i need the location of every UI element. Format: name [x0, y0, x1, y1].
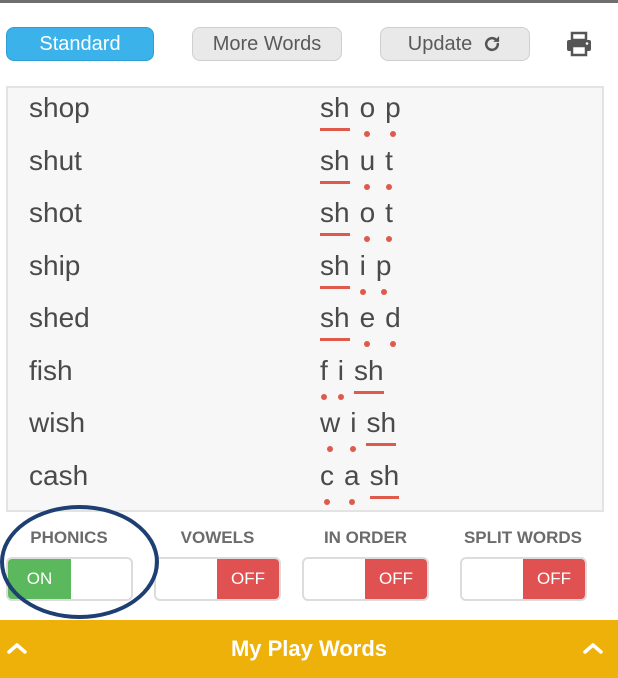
digraph-segment: sh	[366, 407, 397, 446]
in-order-toggle-off: OFF	[365, 559, 427, 599]
chevron-up-icon[interactable]	[582, 640, 604, 656]
sound-segment: i	[360, 250, 366, 295]
sound-segment: p	[376, 250, 391, 295]
digraph-segment: sh	[320, 145, 350, 184]
digraph-segment: sh	[320, 197, 350, 236]
phonics-toggle-label: PHONICS	[30, 528, 108, 547]
sound-segment: t	[385, 197, 393, 242]
phonics-breakdown: sh e d	[320, 302, 401, 347]
vowels-toggle[interactable]: OFF	[154, 557, 281, 601]
word-row: shop sh o p	[8, 88, 604, 138]
digraph-segment: sh	[320, 92, 350, 131]
word-row: fish f i sh	[8, 351, 604, 401]
vowels-toggle-label: VOWELS	[180, 528, 255, 547]
phonics-breakdown: sh u t	[320, 145, 393, 190]
phonics-breakdown: w i sh	[320, 407, 397, 452]
phonics-toggle-on: ON	[8, 559, 71, 599]
update-button-label: Update	[407, 32, 473, 55]
split-words-toggle-label: SPLIT WORDS	[463, 528, 583, 547]
sound-segment: o	[360, 197, 375, 242]
vowels-toggle-off: OFF	[217, 559, 279, 599]
word-row: ship sh i p	[8, 246, 604, 296]
sound-segment: i	[350, 407, 357, 452]
in-order-toggle[interactable]: OFF	[302, 557, 429, 601]
sound-segment: a	[344, 460, 360, 505]
phonics-breakdown: sh o t	[320, 197, 393, 242]
word-text: shop	[29, 92, 90, 123]
split-words-toggle[interactable]: OFF	[460, 557, 587, 601]
sound-segment: i	[338, 355, 345, 400]
digraph-segment: sh	[320, 302, 350, 341]
digraph-segment: sh	[369, 460, 400, 499]
update-button[interactable]: Update	[380, 27, 530, 61]
sound-segment: p	[385, 92, 401, 137]
word-list-panel: shop sh o p shut sh u t shot sh o t ship sh i p shed sh e d…	[6, 86, 604, 512]
word-row: shut sh u t	[8, 141, 604, 191]
chevron-up-icon[interactable]	[6, 640, 28, 656]
sound-segment: c	[320, 460, 334, 505]
sound-segment: f	[320, 355, 328, 400]
digraph-segment: sh	[354, 355, 384, 394]
sound-segment: w	[320, 407, 340, 452]
word-row: cash c a sh	[8, 456, 604, 506]
word-text: ship	[29, 249, 81, 281]
word-text: shut	[29, 144, 82, 176]
split-words-toggle-off: OFF	[523, 559, 585, 599]
phonics-toggle[interactable]: ON	[6, 557, 133, 601]
my-play-words-bar[interactable]: My Play Words	[0, 620, 618, 678]
in-order-toggle-label: IN ORDER	[323, 528, 408, 547]
more-words-button-label: More Words	[212, 32, 322, 55]
word-row: shed sh e d	[8, 298, 604, 348]
sound-segment: o	[360, 92, 375, 137]
sound-segment: t	[385, 145, 393, 190]
my-play-words-title: My Play Words	[230, 636, 388, 661]
refresh-icon	[485, 36, 500, 52]
phonics-breakdown: sh i p	[320, 250, 391, 295]
word-row: wish w i sh	[8, 403, 604, 453]
digraph-segment: sh	[320, 250, 350, 289]
word-text: cash	[29, 459, 89, 491]
standard-button-label: Standard	[39, 32, 121, 55]
standard-button[interactable]: Standard	[6, 27, 154, 61]
sound-segment: e	[360, 302, 375, 347]
word-text: shot	[29, 197, 82, 228]
phonics-breakdown: c a sh	[320, 460, 400, 505]
more-words-button[interactable]: More Words	[192, 27, 342, 61]
printer-icon[interactable]	[564, 31, 594, 57]
word-text: shed	[29, 302, 90, 333]
word-text: wish	[29, 407, 86, 438]
phonics-breakdown: f i sh	[320, 355, 384, 400]
word-text: fish	[29, 354, 73, 386]
word-row: shot sh o t	[8, 193, 604, 243]
sound-segment: d	[385, 302, 401, 347]
sound-segment: u	[360, 145, 375, 190]
toolbar: Standard More Words Update	[0, 0, 618, 86]
phonics-breakdown: sh o p	[320, 92, 401, 137]
